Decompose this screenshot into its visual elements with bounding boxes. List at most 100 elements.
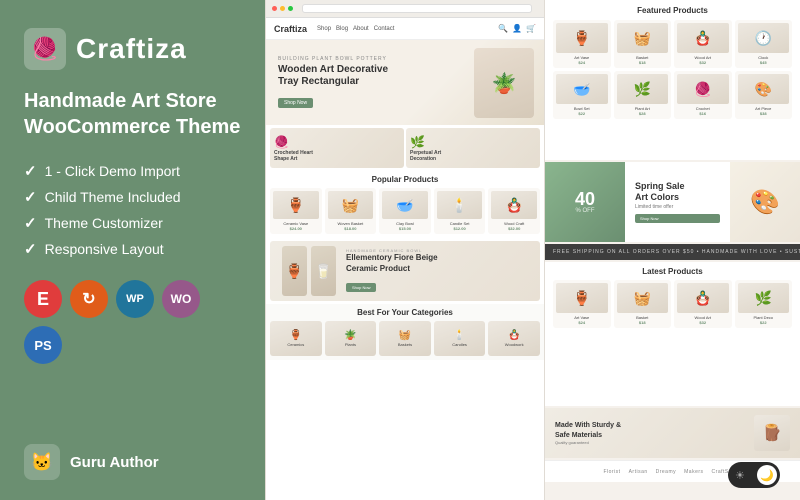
nav-item-contact[interactable]: Contact — [374, 26, 395, 32]
latest-img-1: 🏺 — [556, 283, 608, 313]
account-icon[interactable]: 👤 — [512, 24, 522, 33]
promo-discount-block: 40 % OFF — [545, 162, 625, 242]
latest-img-2: 🧺 — [617, 283, 669, 313]
features-list: ✓ 1 - Click Demo Import ✓ Child Theme In… — [24, 162, 241, 258]
search-icon[interactable]: 🔍 — [498, 24, 508, 33]
featured-card-8[interactable]: 🎨 Art Piece $38 — [735, 71, 793, 119]
cart-icon[interactable]: 🛒 — [526, 24, 536, 33]
featured-price-4: $45 — [760, 60, 767, 65]
bottom-promo-image: 🪵 — [754, 415, 790, 451]
footer-logo-1: Florist — [603, 469, 620, 475]
sub-banner-1[interactable]: 🧶 Crocheted Heart Shape Art — [270, 128, 404, 168]
browser-bar — [266, 0, 544, 18]
featured-card-5[interactable]: 🥣 Bowl Set $22 — [553, 71, 611, 119]
product-price-4: $12.00 — [453, 226, 465, 231]
product-img-1: 🏺 — [273, 191, 319, 219]
site-mockup: Craftiza Shop Blog About Contact 🔍 👤 🛒 B… — [265, 0, 545, 500]
feature-item-1: ✓ 1 - Click Demo Import — [24, 162, 241, 180]
badge-photoshop[interactable]: PS — [24, 326, 62, 364]
author-row: 🐱 Guru Author — [24, 444, 241, 480]
left-panel: 🧶 Craftiza Handmade Art Store WooCommerc… — [0, 0, 265, 500]
hero-title: Wooden Art Decorative Tray Rectangular — [278, 64, 388, 88]
product-img-5: 🪆 — [491, 191, 537, 219]
nav-item-about[interactable]: About — [353, 26, 369, 32]
cat-card-5[interactable]: 🪆Woodwork — [488, 321, 540, 356]
featured-price-5: $22 — [578, 111, 585, 116]
feature-item-3: ✓ Theme Customizer — [24, 214, 241, 232]
product-img-4: 🕯️ — [437, 191, 483, 219]
badge-revolution[interactable]: ↻ — [70, 280, 108, 318]
sub-banner-img-1: 🧶 — [274, 135, 289, 149]
feature-label-3: Theme Customizer — [45, 215, 163, 231]
promo-banner-right: 40 % OFF Spring Sale Art Colors Limited … — [545, 162, 800, 242]
popular-products-section: Popular Products 🏺 Ceramic Vase $24.00 🧺… — [266, 171, 544, 238]
cat-card-2[interactable]: 🪴Plants — [325, 321, 377, 356]
cat-label-1: Ceramics — [287, 342, 304, 347]
sub-banners: 🧶 Crocheted Heart Shape Art 🌿 Perpetual … — [266, 125, 544, 171]
cat-card-4[interactable]: 🕯️Candles — [434, 321, 486, 356]
footer-logo-4: Makers — [684, 469, 703, 475]
featured-price-3: $32 — [699, 60, 706, 65]
featured-card-1[interactable]: 🏺 Art Vase $24 — [553, 20, 611, 68]
featured-title: Featured Products — [553, 6, 792, 15]
featured-card-6[interactable]: 🌿 Plant Art $28 — [614, 71, 672, 119]
feature-label-4: Responsive Layout — [45, 241, 164, 257]
badge-elementor[interactable]: E — [24, 280, 62, 318]
bottom-promo-sub: Quality guaranteed — [555, 440, 746, 445]
featured-price-2: $18 — [639, 60, 646, 65]
featured-card-7[interactable]: 🧶 Crochet $16 — [674, 71, 732, 119]
sun-icon: ☀ — [735, 469, 745, 482]
hero-tag: BUILDING PLANT BOWL POTTERY — [278, 56, 388, 62]
latest-card-1[interactable]: 🏺 Art Vase $24 — [553, 280, 611, 328]
sub-banner-2[interactable]: 🌿 Perpetual Art Decoration — [406, 128, 540, 168]
product-card-3[interactable]: 🥣 Clay Bowl $15.00 — [379, 188, 431, 234]
right-panel: Featured Products 🏺 Art Vase $24 🧺 Baske… — [545, 0, 800, 500]
product-card-1[interactable]: 🏺 Ceramic Vase $24.00 — [270, 188, 322, 234]
feature-label-2: Child Theme Included — [45, 189, 181, 205]
product-card-4[interactable]: 🕯️ Candle Set $12.00 — [434, 188, 486, 234]
featured-card-4[interactable]: 🕐 Clock $45 — [735, 20, 793, 68]
nav-item-shop[interactable]: Shop — [317, 26, 331, 32]
products-grid: 🏺 Ceramic Vase $24.00 🧺 Woven Basket $18… — [270, 188, 540, 234]
bottom-promo-title: Made With Sturdy & Safe Materials — [555, 421, 746, 439]
brand-name: Craftiza — [76, 33, 187, 65]
cat-label-5: Woodwork — [505, 342, 524, 347]
badge-wordpress[interactable]: WP — [116, 280, 154, 318]
promo-band: 🏺 🥛 HANDMADE CERAMIC BOWL Ellementory Fi… — [270, 241, 540, 301]
cat-label-3: Baskets — [398, 342, 412, 347]
featured-card-3[interactable]: 🪆 Wood Art $32 — [674, 20, 732, 68]
promo-images: 🏺 🥛 — [282, 246, 336, 296]
featured-price-6: $28 — [639, 111, 646, 116]
bottom-promo-text: Made With Sturdy & Safe Materials Qualit… — [555, 421, 746, 444]
promo-right-sub: Limited time offer — [635, 204, 720, 210]
promo-right-cta[interactable]: Shop Now — [635, 214, 720, 223]
latest-price-3: $32 — [699, 320, 706, 325]
hero-cta-button[interactable]: Shop Now — [278, 98, 313, 108]
toggle-knob: 🌙 — [757, 465, 777, 485]
badge-woocommerce[interactable]: WO — [162, 280, 200, 318]
product-card-5[interactable]: 🪆 Wood Craft $32.00 — [488, 188, 540, 234]
cat-card-1[interactable]: 🏺Ceramics — [270, 321, 322, 356]
hero-image: 🪴 — [474, 48, 534, 118]
latest-products-section: Latest Products 🏺 Art Vase $24 🧺 Basket … — [545, 262, 800, 406]
latest-price-4: $22 — [760, 320, 767, 325]
latest-card-4[interactable]: 🌿 Plant Deco $22 — [735, 280, 793, 328]
featured-price-7: $16 — [699, 111, 706, 116]
check-icon-2: ✓ — [24, 188, 37, 206]
browser-dot-max — [288, 6, 293, 11]
nav-item-blog[interactable]: Blog — [336, 26, 348, 32]
latest-card-2[interactable]: 🧺 Basket $18 — [614, 280, 672, 328]
featured-img-1: 🏺 — [556, 23, 608, 53]
product-img-2: 🧺 — [328, 191, 374, 219]
featured-grid: 🏺 Art Vase $24 🧺 Basket $18 🪆 Wood Art $… — [553, 20, 792, 119]
cat-card-3[interactable]: 🧺Baskets — [379, 321, 431, 356]
promo-cta-button[interactable]: Shop Now — [346, 283, 376, 292]
latest-card-3[interactable]: 🪆 Wood Art $32 — [674, 280, 732, 328]
browser-url-bar[interactable] — [302, 4, 532, 13]
featured-img-3: 🪆 — [677, 23, 729, 53]
dark-mode-toggle[interactable]: ☀ 🌙 — [728, 462, 780, 488]
product-card-2[interactable]: 🧺 Woven Basket $18.00 — [325, 188, 377, 234]
bottom-promo-emoji: 🪵 — [762, 423, 782, 443]
promo-img-emoji: 🎨 — [750, 188, 780, 217]
featured-card-2[interactable]: 🧺 Basket $18 — [614, 20, 672, 68]
